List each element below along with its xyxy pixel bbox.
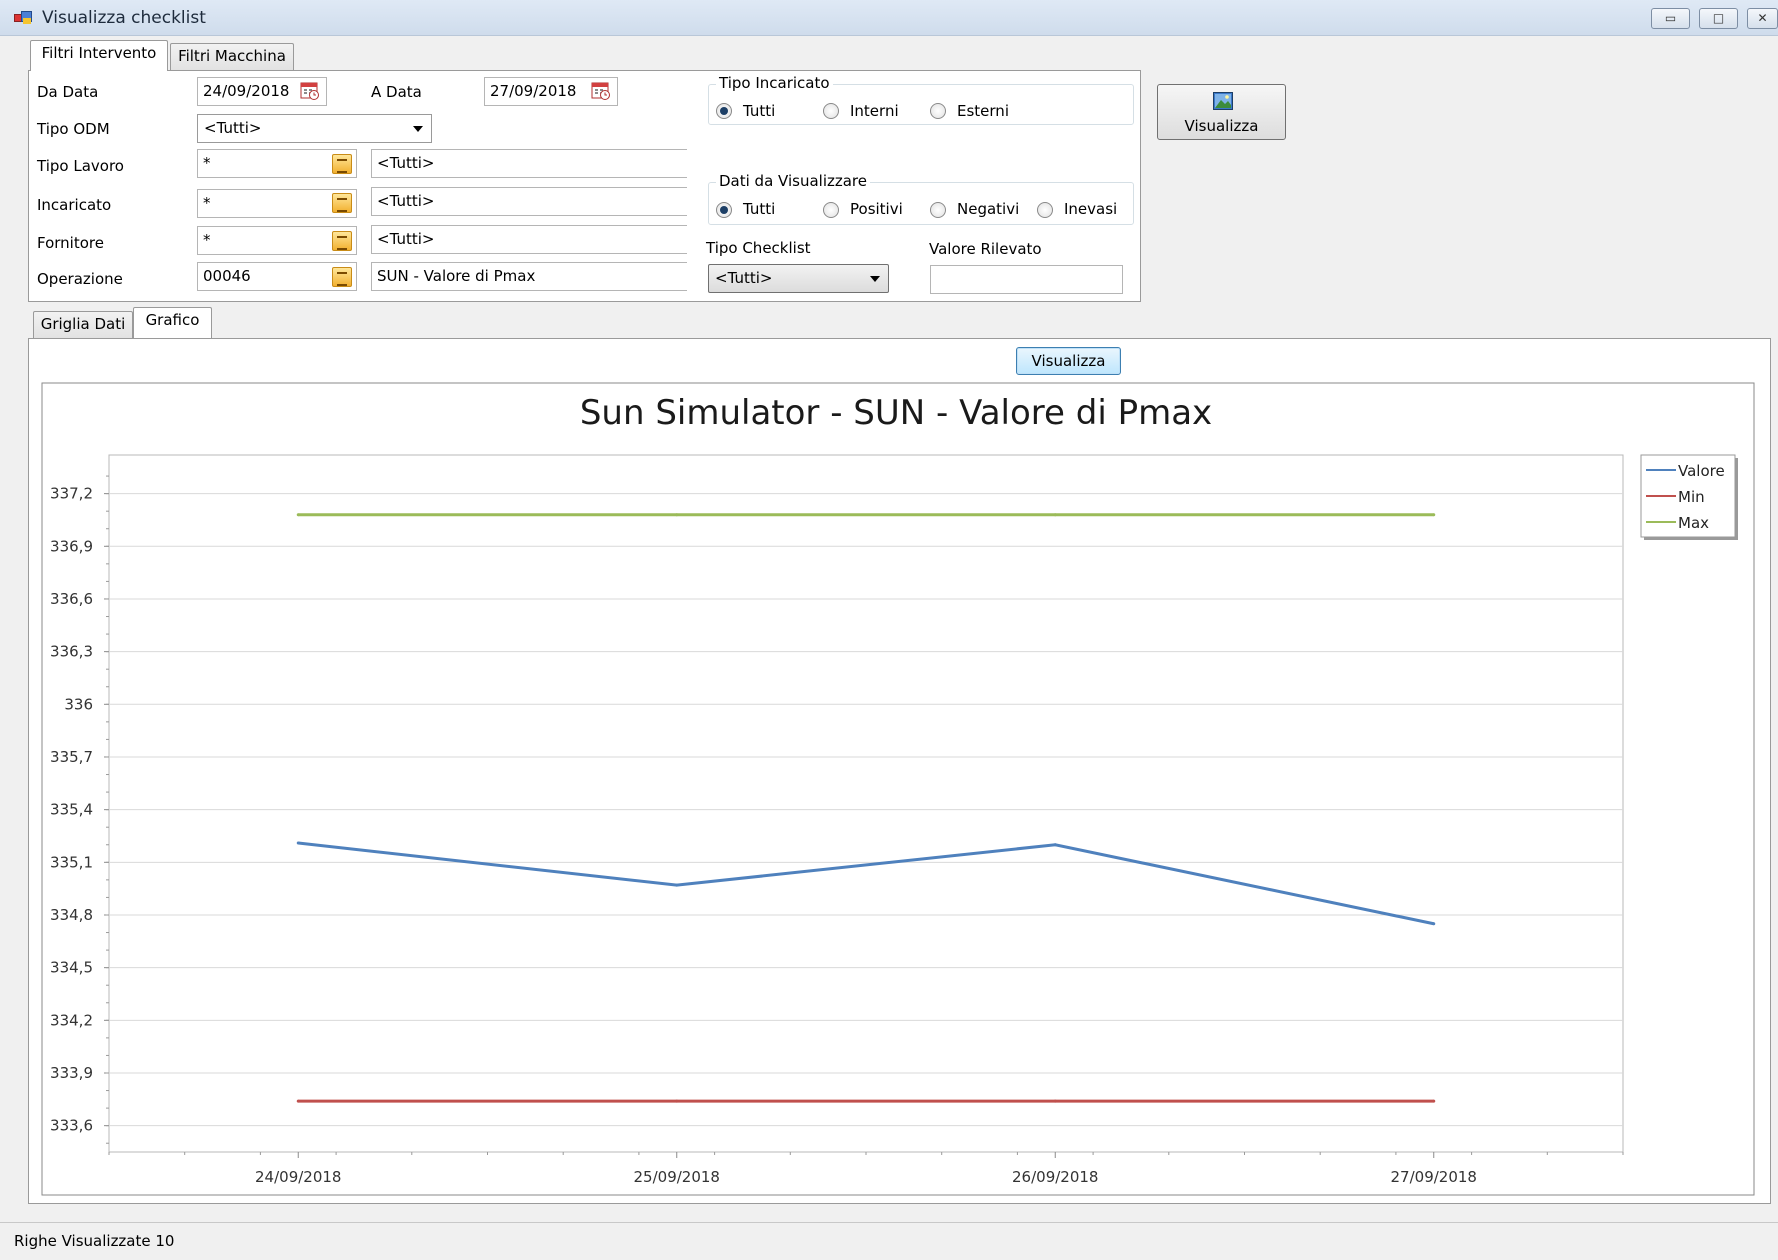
data-point-min xyxy=(675,1099,679,1103)
data-point-max xyxy=(1053,513,1057,517)
data-point-valore xyxy=(1053,843,1057,847)
y-tick-label: 335,7 xyxy=(50,748,93,766)
legend-label: Min xyxy=(1678,488,1705,506)
data-point-min xyxy=(1432,1099,1436,1103)
y-tick-label: 336 xyxy=(64,695,93,713)
y-tick-label: 336,9 xyxy=(50,537,93,555)
data-point-valore xyxy=(675,883,679,887)
status-text: Righe Visualizzate 10 xyxy=(14,1232,175,1250)
data-point-min xyxy=(1053,1099,1057,1103)
y-tick-label: 334,5 xyxy=(50,959,93,977)
tab-grafico[interactable]: Grafico xyxy=(133,307,212,338)
x-tick-label: 24/09/2018 xyxy=(255,1168,341,1186)
line-chart: Sun Simulator - SUN - Valore di Pmax 337,… xyxy=(41,382,1755,1196)
y-tick-label: 333,9 xyxy=(50,1064,93,1082)
status-bar: Righe Visualizzate 10 xyxy=(0,1222,1778,1260)
y-tick-label: 335,4 xyxy=(50,801,93,819)
tab-filtri-intervento[interactable]: Filtri Intervento xyxy=(30,40,168,71)
x-tick-label: 25/09/2018 xyxy=(634,1168,720,1186)
y-tick-label: 335,1 xyxy=(50,853,93,871)
plot-area xyxy=(108,454,1624,1153)
y-tick-label: 334,2 xyxy=(50,1011,93,1029)
data-point-min xyxy=(296,1099,300,1103)
data-point-valore xyxy=(1432,922,1436,926)
x-tick-label: 27/09/2018 xyxy=(1391,1168,1477,1186)
legend-label: Valore xyxy=(1678,462,1725,480)
data-point-max xyxy=(1432,513,1436,517)
y-tick-label: 336,6 xyxy=(50,590,93,608)
data-point-max xyxy=(296,513,300,517)
y-tick-label: 337,2 xyxy=(50,485,93,503)
y-tick-label: 333,6 xyxy=(50,1117,93,1135)
legend-label: Max xyxy=(1678,514,1709,532)
y-tick-label: 334,8 xyxy=(50,906,93,924)
x-tick-label: 26/09/2018 xyxy=(1012,1168,1098,1186)
y-tick-label: 336,3 xyxy=(50,643,93,661)
chart-title: Sun Simulator - SUN - Valore di Pmax xyxy=(580,393,1212,433)
data-point-valore xyxy=(296,841,300,845)
data-point-max xyxy=(675,513,679,517)
